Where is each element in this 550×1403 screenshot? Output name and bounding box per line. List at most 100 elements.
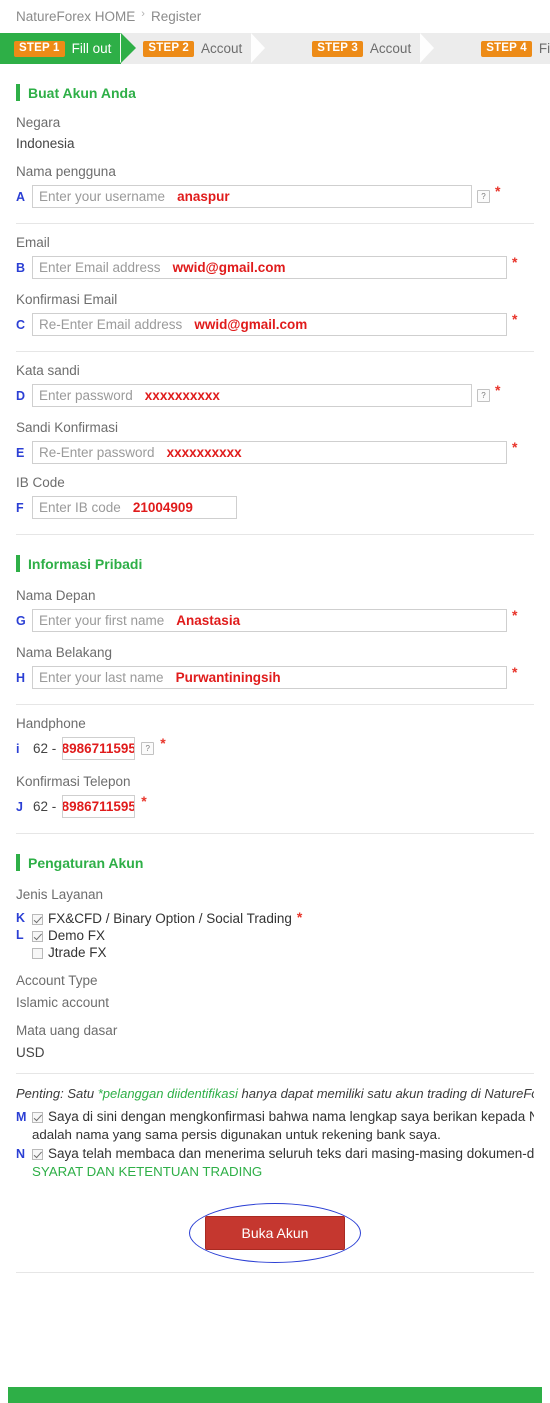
divider-1 [16,223,534,224]
agreement-row-name[interactable]: M Saya di sini dengan mengkonfirmasi bah… [16,1109,534,1125]
checkbox-agreement-name[interactable] [32,1112,43,1123]
breadcrumb-home[interactable]: NatureForex HOME [16,9,135,24]
label-email-confirm: Konfirmasi Email [16,292,118,307]
step-item-2[interactable]: STEP 2 Accout [120,33,252,64]
annotation-marker-j: J [16,799,23,814]
first-name-value: Anastasia [176,613,241,628]
field-ib-code: IB Code F Enter IB code 21004909 [16,475,534,519]
step-badge-1: STEP 1 [14,40,65,57]
label-email: Email [16,235,50,250]
checkbox-demo-fx[interactable] [32,931,43,942]
field-username: Nama pengguna A Enter your username anas… [16,164,534,208]
help-icon-username[interactable]: ? [477,190,490,203]
service-option-row-jtradefx[interactable]: Jtrade FX [16,945,534,960]
step-label-4: Fin [538,41,550,56]
service-option-label-fxcfd: FX&CFD / Binary Option / Social Trading [48,911,292,926]
field-email: Email B Enter Email address wwid@gmail.c… [16,235,534,279]
agreement-block-terms: N Saya telah membaca dan menerima seluru… [16,1146,534,1180]
service-option-label-demofx: Demo FX [48,928,106,943]
help-icon-password[interactable]: ? [477,389,490,402]
field-first-name: Nama Depan G Enter your first name Anast… [16,588,534,632]
step-badge-4: STEP 4 [481,40,532,57]
annotation-marker-g: G [16,613,26,628]
ib-code-input[interactable]: Enter IB code 21004909 [32,496,237,519]
breadcrumb-current: Register [150,9,202,24]
field-last-name: Nama Belakang H Enter your last name Pur… [16,645,534,689]
agreement-terms-line1: Saya telah membaca dan menerima seluruh … [48,1146,534,1161]
required-asterisk-first-name: * [512,607,518,623]
last-name-input[interactable]: Enter your last name Purwantiningsih [32,666,507,689]
username-placeholder: Enter your username [39,189,166,204]
label-first-name: Nama Depan [16,588,96,603]
submit-area: Buka Akun [16,1202,534,1264]
first-name-input[interactable]: Enter your first name Anastasia [32,609,507,632]
label-account-type: Account Type [16,973,98,988]
password-input[interactable]: Enter password xxxxxxxxxx [32,384,472,407]
phone-input[interactable]: 8986711595 [62,737,136,760]
step-item-4[interactable]: STEP 4 Fin [420,33,550,64]
label-country: Negara [16,115,61,130]
agreement-name-line2: adalah nama yang sama persis digunakan u… [32,1127,441,1142]
label-service-type: Jenis Layanan [16,887,104,902]
last-name-placeholder: Enter your last name [39,670,164,685]
field-phone: Handphone i 62 - 8986711595 ? * [16,716,534,760]
ib-code-placeholder: Enter IB code [39,500,121,515]
section-accent-bar-settings [16,854,20,871]
label-password: Kata sandi [16,363,80,378]
agreement-row-terms[interactable]: N Saya telah membaca dan menerima seluru… [16,1146,534,1162]
notice-suffix: hanya dapat memiliki satu akun trading d… [241,1086,534,1101]
annotation-marker-b: B [16,260,26,275]
step-progress-bar: STEP 1 Fill out STEP 2 Accout STEP 3 Acc… [0,33,550,64]
phone-confirm-input[interactable]: 8986711595 [62,795,136,818]
step-label-1: Fill out [71,41,112,56]
step-badge-2: STEP 2 [143,40,195,57]
section-header-settings: Pengaturan Akun [16,854,534,871]
annotation-marker-i: i [16,741,20,756]
value-currency: USD [16,1045,45,1060]
annotation-marker-h: H [16,670,26,685]
service-option-row-fxcfd[interactable]: K FX&CFD / Binary Option / Social Tradin… [16,909,534,926]
required-asterisk-service: * [296,909,303,925]
password-confirm-input[interactable]: Re-Enter password xxxxxxxxxx [32,441,507,464]
annotation-marker-a: A [16,189,26,204]
checkbox-fxcfd[interactable] [32,914,43,925]
field-password-confirm: Sandi Konfirmasi E Re-Enter password xxx… [16,420,534,464]
email-input[interactable]: Enter Email address wwid@gmail.com [32,256,507,279]
breadcrumb: NatureForex HOME › Register [0,0,550,33]
required-asterisk-username: * [495,183,501,199]
label-phone: Handphone [16,716,86,731]
field-country: Negara Indonesia [16,115,534,151]
email-placeholder: Enter Email address [39,260,161,275]
label-password-confirm: Sandi Konfirmasi [16,420,119,435]
annotation-marker-c: C [16,317,26,332]
password-placeholder: Enter password [39,388,133,403]
section-title-personal: Informasi Pribadi [28,555,143,572]
annotation-marker-f: F [16,500,24,515]
checkbox-agreement-terms[interactable] [32,1149,43,1160]
section-header-personal: Informasi Pribadi [16,555,534,572]
step-item-1[interactable]: STEP 1 Fill out [0,33,137,64]
last-name-value: Purwantiningsih [175,670,281,685]
step-item-3[interactable]: STEP 3 Accout [251,33,421,64]
field-account-type: Account Type Islamic account [16,973,534,1010]
section-title-settings: Pengaturan Akun [28,854,144,871]
checkbox-jtrade-fx[interactable] [32,948,43,959]
email-confirm-input[interactable]: Re-Enter Email address wwid@gmail.com [32,313,507,336]
important-notice: Penting: Satu *pelanggan diidentifikasi … [16,1086,534,1101]
step-label-3: Accout [369,41,412,56]
service-option-row-demofx[interactable]: L Demo FX [16,928,534,943]
notice-highlight: *pelanggan diidentifikasi [97,1086,238,1101]
annotation-marker-e: E [16,445,25,460]
label-currency: Mata uang dasar [16,1023,118,1038]
required-asterisk-last-name: * [512,664,518,680]
help-icon-phone[interactable]: ? [141,742,155,755]
username-input[interactable]: Enter your username anaspur [32,185,472,208]
divider-4 [16,704,534,705]
annotation-marker-m: M [16,1110,27,1124]
agreement-name-line1: Saya di sini dengan mengkonfirmasi bahwa… [48,1109,534,1124]
terms-and-conditions-link[interactable]: SYARAT DAN KETENTUAN TRADING [32,1164,534,1180]
password-confirm-value: xxxxxxxxxx [166,445,242,460]
chevron-right-icon: › [141,7,145,20]
open-account-button[interactable]: Buka Akun [204,1216,346,1250]
phone-confirm-value: 8986711595 [62,799,136,814]
